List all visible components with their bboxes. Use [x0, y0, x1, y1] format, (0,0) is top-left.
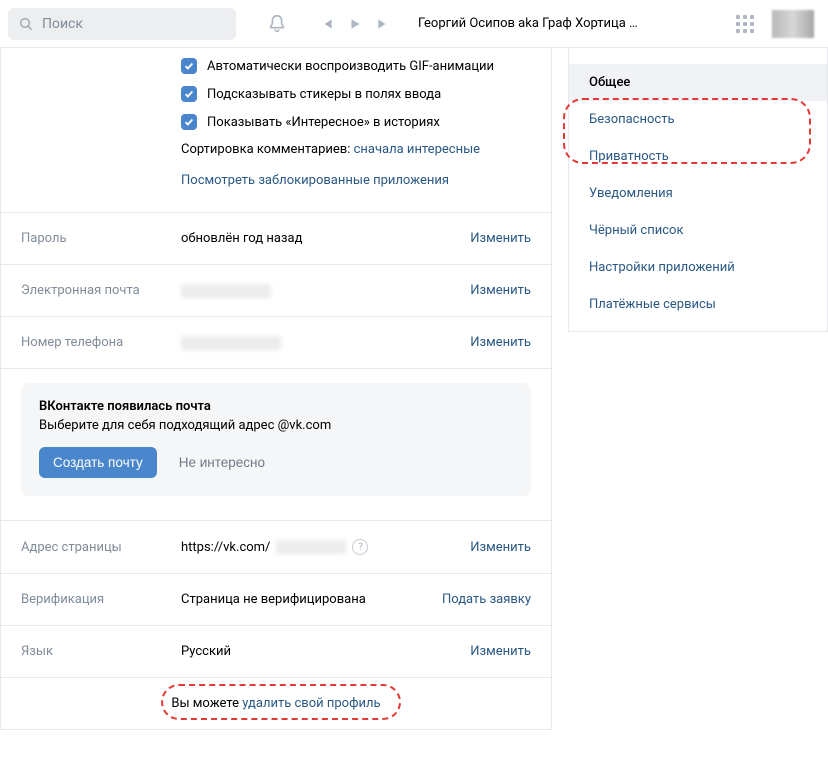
address-prefix: https://vk.com/ [181, 540, 270, 555]
settings-panel: Автоматически воспроизводить GIF-анимаци… [0, 48, 552, 730]
search-input[interactable]: Поиск [8, 8, 236, 40]
search-placeholder: Поиск [42, 16, 83, 32]
dismiss-mail-button[interactable]: Не интересно [179, 455, 265, 470]
mail-title: ВКонтакте появилась почта [39, 399, 513, 414]
next-track-icon[interactable] [376, 17, 390, 31]
delete-prefix: Вы можете [171, 696, 242, 711]
row-phone: Номер телефона Изменить [1, 317, 551, 368]
search-icon [18, 16, 34, 32]
change-link[interactable]: Изменить [470, 335, 531, 350]
checkbox-label: Автоматически воспроизводить GIF-анимаци… [207, 59, 494, 74]
row-val: https://vk.com/ ? [181, 539, 470, 555]
checkbox-label: Подсказывать стикеры в полях ввода [207, 87, 441, 102]
delete-profile-row: Вы можете удалить свой профиль [1, 678, 551, 729]
checkbox-icon [181, 114, 197, 130]
checkbox-label: Показывать «Интересное» в историях [207, 115, 440, 130]
create-mail-button[interactable]: Создать почту [39, 447, 157, 478]
sidebar-item-notifications[interactable]: Уведомления [569, 175, 827, 212]
blocked-apps-link[interactable]: Посмотреть заблокированные приложения [181, 173, 449, 188]
bell-icon[interactable] [266, 13, 288, 35]
sidebar-item-privacy[interactable]: Приватность [569, 138, 827, 175]
prev-track-icon[interactable] [320, 17, 334, 31]
help-icon[interactable]: ? [352, 539, 368, 555]
header-bar: Поиск Георгий Осипов aka Граф Хортица … [0, 0, 828, 48]
checkbox-row-stickers[interactable]: Подсказывать стикеры в полях ввода [21, 80, 531, 108]
sidebar-item-general[interactable]: Общее [569, 64, 827, 101]
apps-grid-icon[interactable] [736, 15, 754, 33]
row-key: Верификация [21, 592, 181, 607]
player-controls: Георгий Осипов aka Граф Хортица … [266, 13, 638, 35]
sort-label: Сортировка комментариев: [181, 142, 354, 157]
sidebar-item-payments[interactable]: Платёжные сервисы [569, 286, 827, 323]
row-verification: Верификация Страница не верифицирована П… [1, 574, 551, 625]
checkbox-icon [181, 86, 197, 102]
sidebar-item-security[interactable]: Безопасность [569, 101, 827, 138]
delete-profile-link[interactable]: удалить свой профиль [242, 696, 380, 711]
row-key: Пароль [21, 231, 181, 246]
play-icon[interactable] [348, 17, 362, 31]
mail-card: ВКонтакте появилась почта Выберите для с… [21, 383, 531, 496]
row-val: обновлён год назад [181, 231, 470, 246]
verify-link[interactable]: Подать заявку [442, 592, 531, 607]
row-val: Страница не верифицирована [181, 592, 442, 607]
settings-sidebar: Общее Безопасность Приватность Уведомлен… [568, 48, 828, 332]
row-val [181, 284, 470, 298]
checkbox-row-stories[interactable]: Показывать «Интересное» в историях [21, 108, 531, 136]
row-key: Адрес страницы [21, 540, 181, 555]
row-email: Электронная почта Изменить [1, 265, 551, 316]
row-val: Русский [181, 644, 470, 659]
sidebar-item-blacklist[interactable]: Чёрный список [569, 212, 827, 249]
comment-sort-row[interactable]: Сортировка комментариев: сначала интерес… [21, 136, 531, 163]
row-language: Язык Русский Изменить [1, 626, 551, 677]
change-link[interactable]: Изменить [470, 283, 531, 298]
row-address: Адрес страницы https://vk.com/ ? Изменит… [1, 521, 551, 573]
sidebar-item-apps[interactable]: Настройки приложений [569, 249, 827, 286]
mail-desc: Выберите для себя подходящий адрес @vk.c… [39, 418, 513, 433]
sort-value: сначала интересные [354, 142, 480, 157]
row-key: Электронная почта [21, 283, 181, 298]
avatar[interactable] [772, 10, 814, 38]
row-key: Язык [21, 644, 181, 659]
row-key: Номер телефона [21, 335, 181, 350]
change-link[interactable]: Изменить [470, 231, 531, 246]
track-title[interactable]: Георгий Осипов aka Граф Хортица … [418, 16, 638, 31]
row-password: Пароль обновлён год назад Изменить [1, 213, 551, 264]
checkbox-icon [181, 58, 197, 74]
checkbox-row-gif[interactable]: Автоматически воспроизводить GIF-анимаци… [21, 52, 531, 80]
change-link[interactable]: Изменить [470, 540, 531, 555]
header-right [736, 0, 814, 48]
change-link[interactable]: Изменить [470, 644, 531, 659]
row-val [181, 336, 470, 350]
